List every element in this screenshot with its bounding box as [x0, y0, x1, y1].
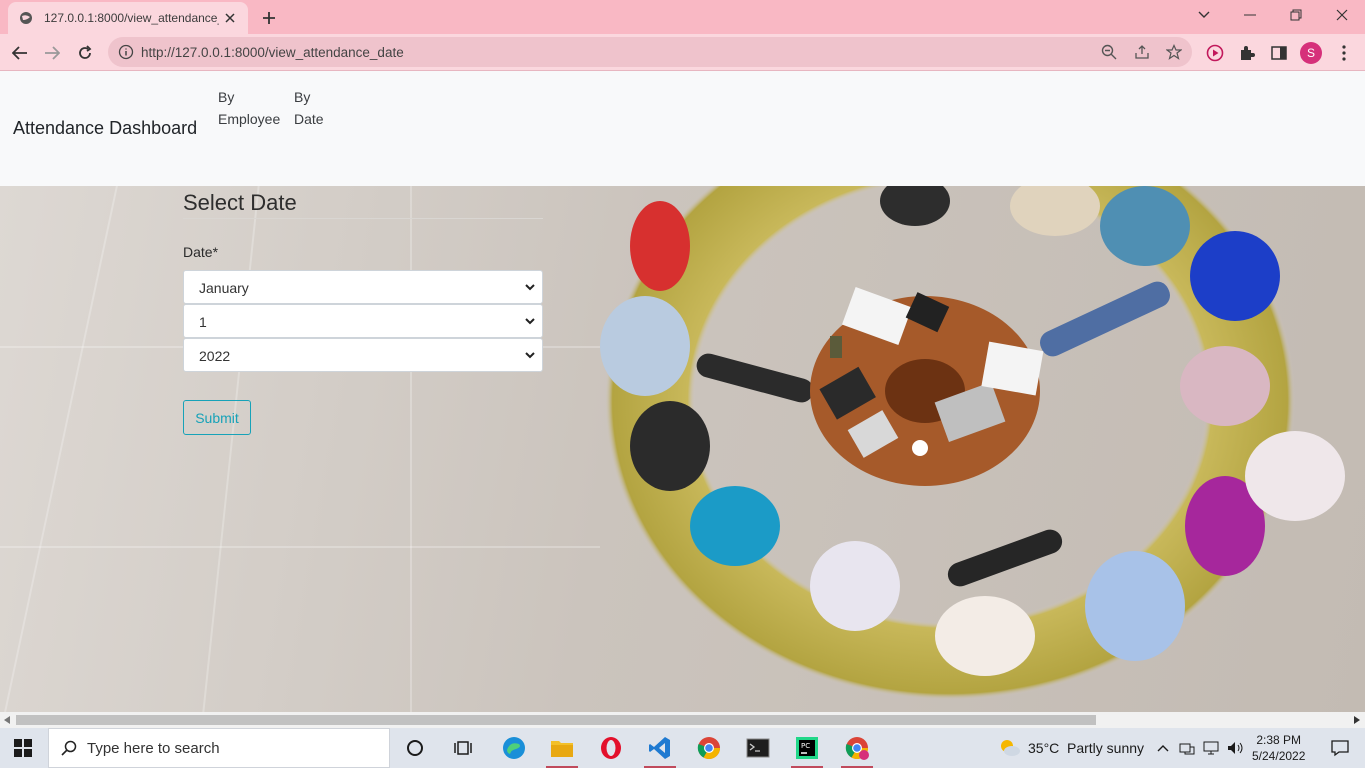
day-select-value: 1: [199, 314, 207, 330]
info-icon[interactable]: [118, 44, 134, 60]
year-select[interactable]: 2022: [183, 338, 543, 372]
opera-icon[interactable]: [591, 732, 631, 764]
windows-taskbar: Type here to search PC 35°C Partly sunny: [0, 728, 1365, 768]
address-bar[interactable]: http://127.0.0.1:8000/view_attendance_da…: [108, 37, 1192, 67]
edge-browser-icon[interactable]: [494, 732, 534, 764]
file-explorer-icon[interactable]: [542, 732, 582, 768]
month-select[interactable]: January: [183, 270, 543, 304]
close-window-button[interactable]: [1319, 0, 1365, 30]
volume-icon[interactable]: [1225, 732, 1247, 764]
search-icon: [61, 740, 77, 756]
url-text: http://127.0.0.1:8000/view_attendance_da…: [141, 45, 404, 60]
clock-date: 5/24/2022: [1252, 749, 1306, 763]
side-panel-icon[interactable]: [1268, 42, 1290, 64]
profile-avatar[interactable]: S: [1300, 42, 1322, 64]
cortana-icon[interactable]: [395, 732, 435, 764]
weather-icon[interactable]: [990, 732, 1030, 764]
forward-button[interactable]: [38, 39, 66, 67]
nav-link-line: By: [294, 89, 311, 105]
taskbar-clock[interactable]: 2:38 PM 5/24/2022: [1252, 732, 1305, 764]
globe-icon: [18, 10, 34, 26]
vscode-icon[interactable]: [640, 732, 680, 768]
monitor-tray-icon[interactable]: [1200, 732, 1222, 764]
floor-line: [4, 186, 118, 712]
pycharm-icon[interactable]: PC: [787, 732, 827, 768]
minimize-button[interactable]: [1227, 0, 1273, 30]
nav-link-by-date[interactable]: By Date: [294, 86, 324, 130]
network-tray-icon[interactable]: [1176, 732, 1198, 764]
new-tab-button[interactable]: [258, 7, 280, 29]
hero-background: Select Date Date* January 1 2022 Submit: [0, 186, 1365, 712]
date-label: Date*: [183, 244, 219, 260]
weather-temperature[interactable]: 35°C: [1028, 740, 1059, 756]
site-navbar: Attendance Dashboard By Employee By Date: [0, 72, 1365, 186]
year-select-value: 2022: [199, 348, 231, 364]
chevron-down-icon: [525, 284, 535, 291]
chrome-icon[interactable]: [689, 732, 729, 764]
terminal-icon[interactable]: [738, 732, 778, 764]
month-select-value: January: [199, 280, 249, 296]
task-view-icon[interactable]: [443, 732, 483, 764]
windows-start-button[interactable]: [0, 728, 46, 768]
tab-strip: 127.0.0.1:8000/view_attendance_: [0, 0, 1365, 34]
browser-tab[interactable]: 127.0.0.1:8000/view_attendance_: [8, 2, 248, 34]
notification-icon[interactable]: [1320, 732, 1360, 764]
scroll-right-icon[interactable]: [1354, 716, 1360, 724]
floor-line: [0, 546, 600, 548]
windows-logo-icon: [14, 739, 32, 757]
tab-search-chevron-icon[interactable]: [1181, 0, 1227, 30]
submit-button[interactable]: Submit: [183, 400, 251, 435]
chevron-up-icon[interactable]: [1153, 732, 1173, 764]
chevron-down-icon: [525, 352, 535, 359]
nav-link-line: By: [218, 89, 235, 105]
share-icon[interactable]: [1133, 43, 1151, 61]
weather-description[interactable]: Partly sunny: [1067, 740, 1144, 756]
scrollbar-thumb[interactable]: [16, 715, 1096, 725]
zoom-icon[interactable]: [1100, 43, 1118, 61]
bookmark-star-icon[interactable]: [1165, 43, 1183, 61]
chevron-down-icon: [525, 318, 535, 325]
horizontal-scrollbar[interactable]: [0, 712, 1365, 728]
taskbar-search-box[interactable]: Type here to search: [48, 728, 390, 768]
chrome-profile-icon[interactable]: [837, 732, 877, 768]
search-placeholder: Type here to search: [87, 739, 220, 757]
media-play-icon[interactable]: [1204, 42, 1226, 64]
brand-title[interactable]: Attendance Dashboard: [13, 118, 197, 139]
menu-kebab-icon[interactable]: [1333, 42, 1355, 64]
close-icon[interactable]: [222, 10, 238, 26]
nav-link-line: Employee: [218, 111, 281, 127]
reload-button[interactable]: [71, 39, 99, 67]
svg-text:PC: PC: [801, 742, 810, 750]
meeting-photo: [585, 186, 1345, 712]
nav-link-by-employee[interactable]: By Employee: [218, 86, 280, 130]
select-date-form: Select Date Date* January 1 2022 Submit: [183, 186, 543, 435]
day-select[interactable]: 1: [183, 304, 543, 338]
scroll-left-icon[interactable]: [4, 716, 10, 724]
extensions-puzzle-icon[interactable]: [1236, 42, 1258, 64]
web-page: Attendance Dashboard By Employee By Date: [0, 72, 1365, 712]
nav-link-line: Date: [294, 111, 324, 127]
browser-toolbar: http://127.0.0.1:8000/view_attendance_da…: [0, 34, 1365, 71]
form-title: Select Date: [183, 186, 543, 219]
tab-title: 127.0.0.1:8000/view_attendance_: [44, 11, 219, 25]
clock-time: 2:38 PM: [1256, 733, 1302, 747]
back-button[interactable]: [6, 39, 34, 67]
restore-button[interactable]: [1273, 0, 1319, 30]
